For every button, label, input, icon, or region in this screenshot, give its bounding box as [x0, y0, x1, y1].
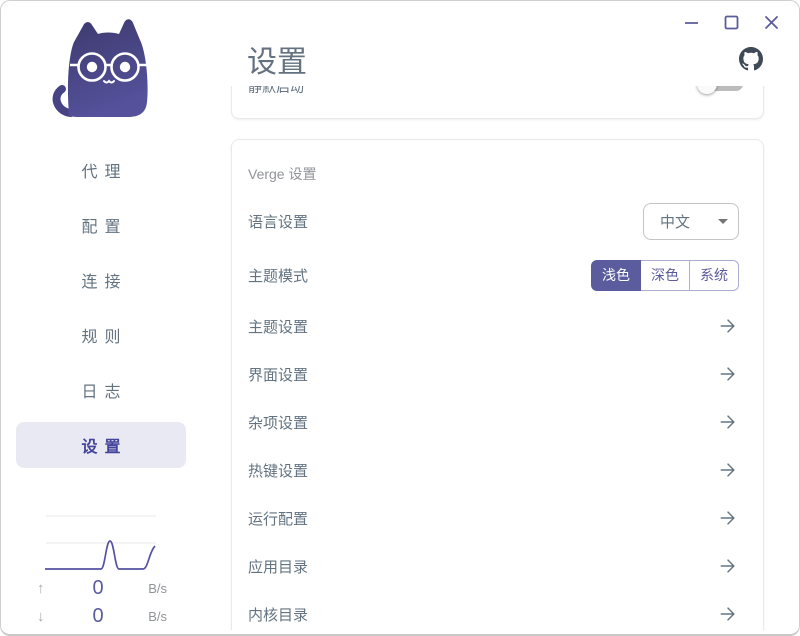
theme-mode-button-group: 浅色 深色 系统	[591, 260, 739, 291]
arrow-forward-icon[interactable]	[717, 555, 739, 577]
maximize-button[interactable]	[719, 11, 743, 33]
theme-setting-row[interactable]: 主题设置	[232, 302, 763, 350]
verge-settings-card: Verge 设置 语言设置 中文 主题模式 浅色 深色 系统	[231, 139, 764, 630]
runtime-config-row[interactable]: 运行配置	[232, 494, 763, 542]
language-label: 语言设置	[248, 211, 643, 232]
theme-mode-row: 主题模式 浅色 深色 系统	[232, 248, 763, 302]
main-area: 设置 静默启动 Verge 设置 语言设置 中文	[201, 1, 799, 634]
app-window: 代理 配置 连接 规则 日志 设置 ↑ 0 B/s ↓ 0 B/s	[0, 0, 800, 636]
download-speed-value: 0	[63, 605, 133, 628]
hotkey-setting-label: 热键设置	[248, 460, 717, 481]
interface-setting-row[interactable]: 界面设置	[232, 350, 763, 398]
system-settings-card-partial: 静默启动	[231, 86, 764, 119]
sidebar-item-connections[interactable]: 连接	[16, 257, 186, 303]
silent-start-toggle[interactable]	[697, 86, 743, 94]
runtime-config-label: 运行配置	[248, 508, 717, 529]
traffic-graph	[43, 506, 159, 576]
download-speed-unit: B/s	[133, 609, 167, 624]
sidebar-item-settings[interactable]: 设置	[16, 422, 186, 468]
window-controls	[679, 11, 783, 33]
close-button[interactable]	[759, 11, 783, 33]
theme-system-button[interactable]: 系统	[690, 260, 739, 291]
upload-speed-value: 0	[63, 577, 133, 600]
misc-setting-label: 杂项设置	[248, 412, 717, 433]
interface-setting-label: 界面设置	[248, 364, 717, 385]
sidebar-item-logs[interactable]: 日志	[16, 367, 186, 413]
arrow-forward-icon[interactable]	[717, 603, 739, 625]
app-dir-label: 应用目录	[248, 556, 717, 577]
download-speed-row: ↓ 0 B/s	[37, 603, 167, 629]
core-dir-row[interactable]: 内核目录	[232, 590, 763, 630]
arrow-forward-icon[interactable]	[717, 363, 739, 385]
arrow-forward-icon[interactable]	[717, 507, 739, 529]
arrow-forward-icon[interactable]	[717, 315, 739, 337]
upload-arrow-icon: ↑	[37, 580, 63, 597]
theme-light-button[interactable]: 浅色	[591, 260, 641, 291]
toggle-thumb	[697, 86, 717, 94]
minimize-button[interactable]	[679, 11, 703, 33]
github-icon[interactable]	[737, 45, 765, 73]
theme-dark-button[interactable]: 深色	[641, 260, 690, 291]
sidebar-item-proxy[interactable]: 代理	[16, 147, 186, 193]
theme-setting-label: 主题设置	[248, 316, 717, 337]
page-title: 设置	[247, 37, 307, 81]
language-select[interactable]: 中文	[643, 203, 739, 240]
download-arrow-icon: ↓	[37, 608, 63, 625]
chevron-down-icon	[718, 219, 728, 224]
upload-speed-unit: B/s	[133, 581, 167, 596]
sidebar-item-profiles[interactable]: 配置	[16, 202, 186, 248]
sidebar: 代理 配置 连接 规则 日志 设置 ↑ 0 B/s ↓ 0 B/s	[1, 1, 201, 634]
sidebar-nav: 代理 配置 连接 规则 日志 设置	[16, 147, 186, 468]
arrow-forward-icon[interactable]	[717, 459, 739, 481]
arrow-forward-icon[interactable]	[717, 411, 739, 433]
language-setting-row: 语言设置 中文	[232, 194, 763, 248]
clash-verge-cat-logo	[39, 11, 163, 129]
verge-section-title: Verge 设置	[232, 140, 763, 194]
sidebar-item-rules[interactable]: 规则	[16, 312, 186, 358]
hotkey-setting-row[interactable]: 热键设置	[232, 446, 763, 494]
upload-speed-row: ↑ 0 B/s	[37, 575, 167, 601]
settings-scroll-area[interactable]: 静默启动 Verge 设置 语言设置 中文 主题模式	[201, 86, 799, 630]
language-value: 中文	[660, 211, 718, 232]
theme-mode-label: 主题模式	[248, 265, 591, 286]
silent-start-label: 静默启动	[248, 86, 304, 97]
core-dir-label: 内核目录	[248, 604, 717, 625]
app-dir-row[interactable]: 应用目录	[232, 542, 763, 590]
misc-setting-row[interactable]: 杂项设置	[232, 398, 763, 446]
